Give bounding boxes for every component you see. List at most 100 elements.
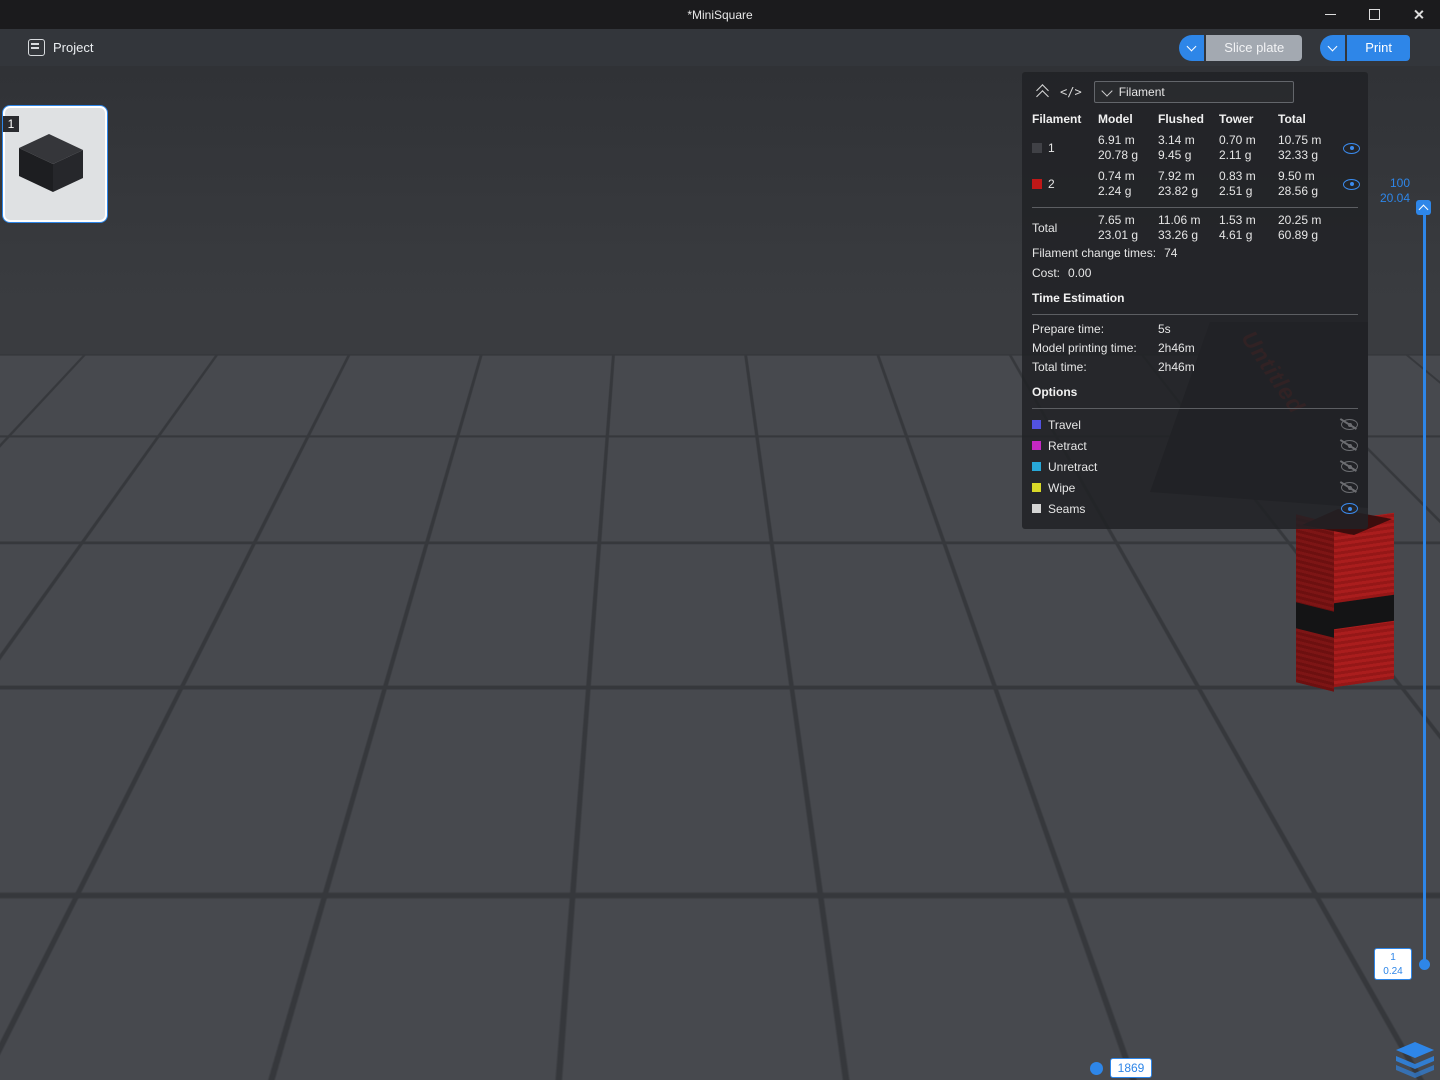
col-filament: Filament [1032, 110, 1098, 130]
filament-1-visibility-eye-icon[interactable] [1343, 143, 1360, 154]
divider [1032, 408, 1358, 409]
prime-tower-right-face [1334, 513, 1394, 687]
unretract-color-swatch [1032, 462, 1041, 471]
layer-bottom-value: 1 [1375, 951, 1411, 965]
col-eye [1344, 117, 1360, 123]
slice-dropdown-button[interactable] [1179, 35, 1204, 61]
cost-line: Cost:0.00 [1032, 263, 1358, 283]
time-estimation-title: Time Estimation [1032, 283, 1358, 309]
view-type-dropdown[interactable]: Filament [1094, 81, 1294, 103]
prime-tower [1296, 503, 1396, 697]
unretract-visibility-eye-icon[interactable] [1341, 461, 1358, 472]
orientation-cube[interactable]: Z X Right [8, 984, 98, 1074]
axis-x-label: X [2, 1064, 10, 1078]
total-label: Total [1032, 221, 1098, 235]
slice-plate-button[interactable]: Slice plate [1206, 35, 1302, 61]
option-retract: Retract [1032, 435, 1358, 456]
print-split-button: Print [1320, 35, 1410, 61]
layer-slider-bottom-handle[interactable] [1419, 959, 1430, 970]
total-flushed: 11.06 m33.26 g [1158, 213, 1219, 243]
col-model: Model [1098, 110, 1158, 130]
seams-color-swatch [1032, 504, 1041, 513]
close-icon [1413, 9, 1424, 20]
options-title: Options [1032, 377, 1358, 403]
travel-label: Travel [1048, 418, 1334, 432]
axis-z-line [12, 972, 14, 1048]
layer-bottom-height: 0.24 [1375, 965, 1411, 979]
prime-tower-band [1334, 595, 1394, 629]
layers-view-button[interactable] [1396, 1042, 1434, 1078]
filament-2-flushed: 7.92 m23.82 g [1158, 166, 1219, 202]
move-slider-track[interactable] [275, 1067, 1103, 1070]
total-tower: 1.53 m4.61 g [1219, 213, 1278, 243]
cube-face-label: Right [20, 1020, 80, 1034]
seams-visibility-eye-icon[interactable] [1341, 503, 1358, 514]
project-label: Project [53, 40, 93, 55]
filament-2-number: 2 [1048, 177, 1055, 191]
retract-visibility-eye-icon[interactable] [1341, 440, 1358, 451]
wipe-label: Wipe [1048, 481, 1334, 495]
chevron-down-icon [1101, 85, 1112, 96]
filament-1-total: 10.75 m32.33 g [1278, 130, 1344, 166]
col-total: Total [1278, 110, 1344, 130]
axis-x-line [10, 1054, 91, 1072]
total-total: 20.25 m60.89 g [1278, 213, 1344, 243]
plate-number-badge: 1 [3, 116, 19, 132]
retract-color-swatch [1032, 441, 1041, 450]
layer-top-value: 100 [1358, 176, 1410, 191]
travel-color-swatch [1032, 420, 1041, 429]
option-wipe: Wipe [1032, 477, 1358, 498]
prepare-time-row: Prepare time:5s [1032, 320, 1358, 339]
app-window: *MiniSquare Project Slice plate Print [0, 0, 1440, 1080]
filament-1-flushed: 3.14 m9.45 g [1158, 130, 1219, 166]
close-button[interactable] [1396, 0, 1440, 29]
prime-tower-left-face [1296, 514, 1334, 691]
filament-1-tower: 0.70 m2.11 g [1219, 130, 1278, 166]
collapse-panel-icon[interactable] [1036, 85, 1050, 99]
divider [1032, 314, 1358, 315]
maximize-icon [1369, 9, 1380, 20]
retract-label: Retract [1048, 439, 1334, 453]
layer-slider-bottom-box[interactable]: 1 0.24 [1374, 948, 1412, 980]
option-seams: Seams [1032, 498, 1358, 519]
project-icon [28, 39, 45, 56]
slice-split-button: Slice plate [1179, 35, 1302, 61]
seams-label: Seams [1048, 502, 1334, 516]
print-button[interactable]: Print [1347, 35, 1410, 61]
viewport-3d[interactable]: Untitled 10 20 30 40 50 60 70 80 90 [0, 66, 1440, 1080]
window-controls [1308, 0, 1440, 29]
layer-slider-top-label: 100 20.04 [1358, 176, 1410, 206]
wipe-visibility-eye-icon[interactable] [1341, 482, 1358, 493]
filament-total-row: Total 7.65 m23.01 g 11.06 m33.26 g 1.53 … [1032, 213, 1358, 243]
filament-2-total: 9.50 m28.56 g [1278, 166, 1344, 202]
gcode-view-icon[interactable]: </> [1060, 85, 1082, 99]
move-slider-handle[interactable] [1090, 1062, 1103, 1075]
view-type-value: Filament [1119, 85, 1165, 99]
move-slider-value[interactable]: 1869 [1110, 1058, 1152, 1078]
main-toolbar: Project Slice plate Print [0, 29, 1440, 66]
filament-row-id: 2 [1032, 174, 1098, 194]
filament-2-model: 0.74 m2.24 g [1098, 166, 1158, 202]
layer-top-height: 20.04 [1358, 191, 1410, 206]
axis-z-label: Z [2, 962, 9, 976]
project-button[interactable]: Project [28, 39, 93, 56]
travel-visibility-eye-icon[interactable] [1341, 419, 1358, 430]
layer-slider-track[interactable] [1423, 208, 1426, 966]
minimize-button[interactable] [1308, 0, 1352, 29]
filament-1-number: 1 [1048, 141, 1055, 155]
filament-2-swatch [1032, 179, 1042, 189]
print-dropdown-button[interactable] [1320, 35, 1345, 61]
filament-change-times: Filament change times:74 [1032, 243, 1358, 263]
maximize-button[interactable] [1352, 0, 1396, 29]
model-printing-time-row: Model printing time:2h46m [1032, 339, 1358, 358]
layers-icon [1396, 1042, 1434, 1078]
wipe-color-swatch [1032, 483, 1041, 492]
prime-tower-band [1296, 602, 1334, 637]
col-flushed: Flushed [1158, 110, 1219, 130]
title-bar: *MiniSquare [0, 0, 1440, 29]
layer-slider-top-handle[interactable] [1416, 200, 1431, 215]
filament-2-tower: 0.83 m2.51 g [1219, 166, 1278, 202]
plate-thumbnail-1[interactable]: 1 [3, 106, 107, 222]
total-model: 7.65 m23.01 g [1098, 213, 1158, 243]
divider [1032, 207, 1358, 208]
